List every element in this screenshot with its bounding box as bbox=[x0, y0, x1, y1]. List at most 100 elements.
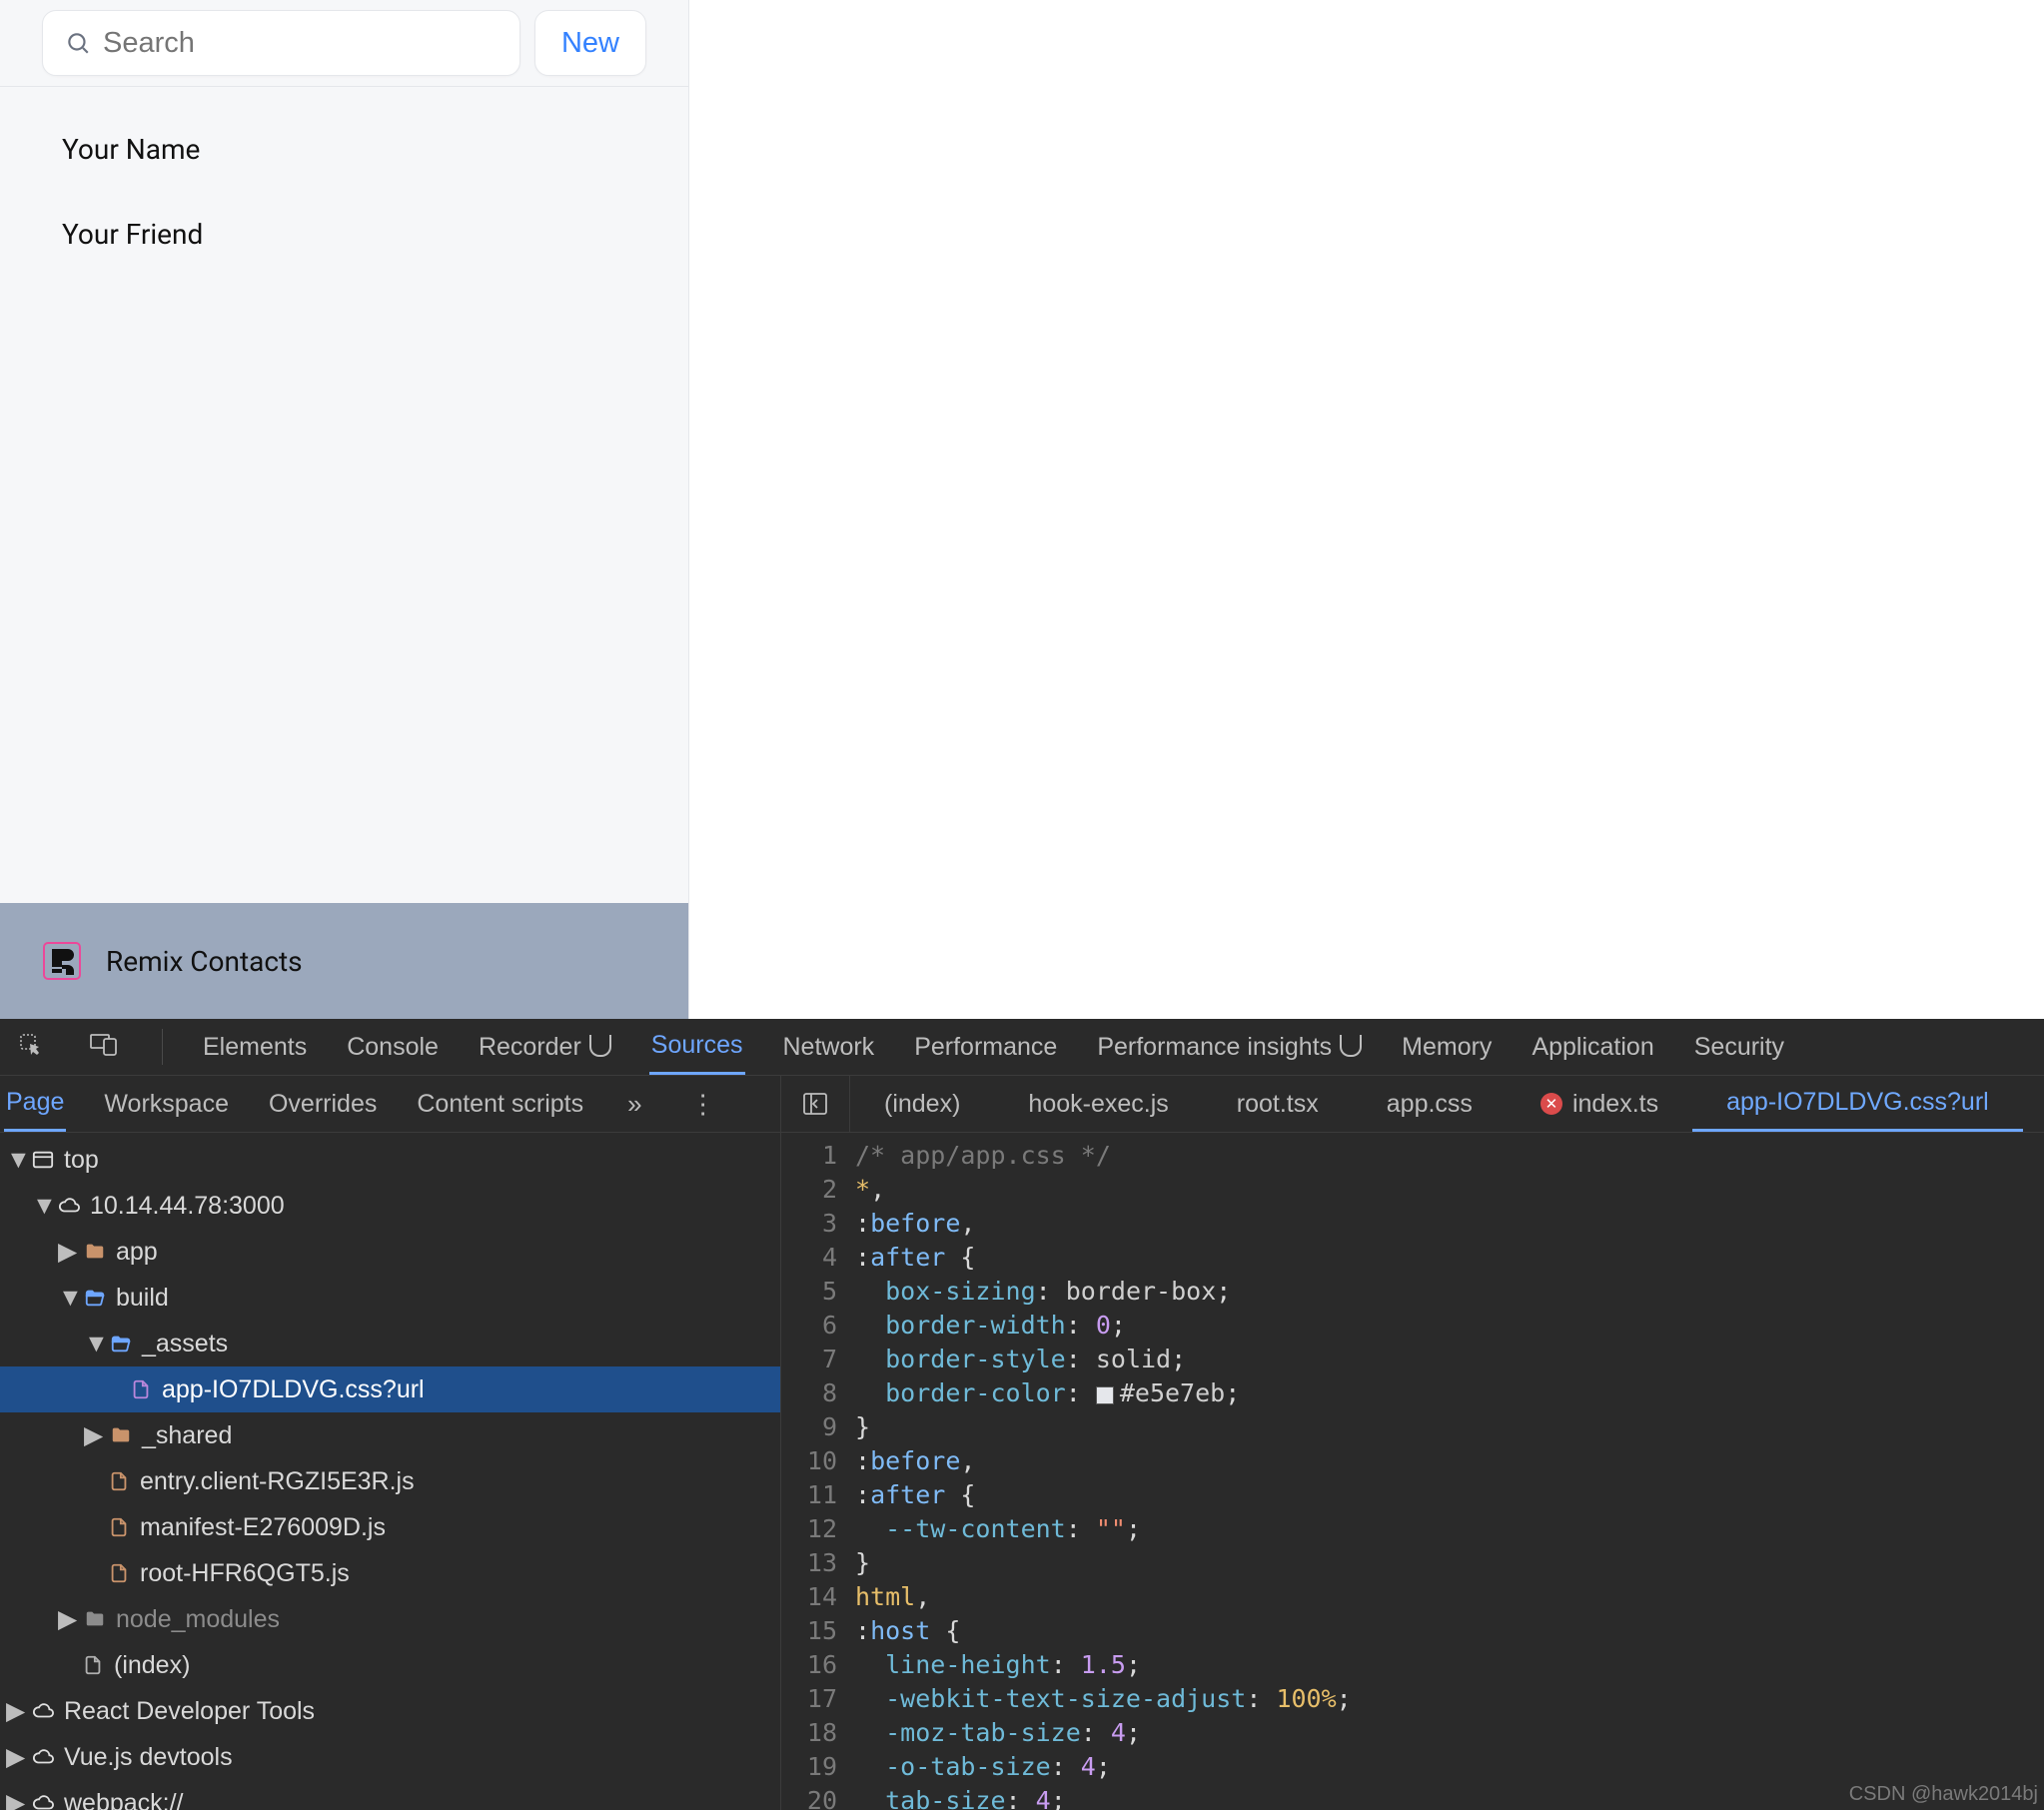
remix-logo-icon bbox=[42, 941, 82, 981]
tree-file[interactable]: manifest-E276009D.js bbox=[0, 1504, 780, 1550]
folder-icon bbox=[110, 1424, 132, 1446]
devtools-tab-performance[interactable]: Performance bbox=[912, 1021, 1059, 1074]
searchbar: New bbox=[0, 0, 688, 87]
search-input[interactable] bbox=[103, 27, 498, 60]
sources-subtabs: PageWorkspaceOverridesContent scripts » … bbox=[0, 1076, 781, 1132]
open-file-tab[interactable]: hook-exec.js bbox=[994, 1076, 1202, 1132]
tree-label: React Developer Tools bbox=[64, 1697, 315, 1726]
open-file-tab[interactable]: app-IO7DLDVG.css?url bbox=[1692, 1076, 2023, 1132]
open-file-tab[interactable]: (index) bbox=[850, 1076, 994, 1132]
tree-label: 10.14.44.78:3000 bbox=[90, 1192, 285, 1221]
tree-vue-devtools[interactable]: ▶ Vue.js devtools bbox=[0, 1734, 780, 1780]
sidebar-footer: Remix Contacts bbox=[0, 903, 688, 1019]
devtools-tab-sources[interactable]: Sources bbox=[649, 1019, 745, 1075]
devtools-tab-application[interactable]: Application bbox=[1530, 1021, 1655, 1074]
file-icon bbox=[108, 1470, 130, 1492]
devtools-tab-memory[interactable]: Memory bbox=[1400, 1021, 1494, 1074]
open-file-label: app.css bbox=[1387, 1090, 1473, 1119]
error-icon: ✕ bbox=[1540, 1093, 1562, 1115]
file-icon bbox=[108, 1516, 130, 1538]
sources-subtab-page[interactable]: Page bbox=[4, 1076, 66, 1132]
cloud-icon bbox=[32, 1792, 54, 1810]
tree-react-devtools[interactable]: ▶ React Developer Tools bbox=[0, 1688, 780, 1734]
tree-label: top bbox=[64, 1146, 99, 1175]
folder-open-icon bbox=[110, 1333, 132, 1355]
line-gutter: 1234567891011121314151617181920 bbox=[781, 1133, 855, 1810]
open-file-tab[interactable]: ✕ index.ts bbox=[1507, 1076, 1692, 1132]
sources-subtab-content-scripts[interactable]: Content scripts bbox=[415, 1078, 585, 1131]
toggle-navigator-icon[interactable] bbox=[781, 1076, 850, 1132]
tree-label: manifest-E276009D.js bbox=[140, 1513, 386, 1542]
tree-label: Vue.js devtools bbox=[64, 1743, 233, 1772]
watermark: CSDN @hawk2014bj bbox=[1849, 1783, 2038, 1806]
contact-item[interactable]: Your Name bbox=[28, 129, 660, 170]
open-file-label: app-IO7DLDVG.css?url bbox=[1726, 1088, 1989, 1117]
device-toggle-icon[interactable] bbox=[84, 1028, 124, 1067]
sources-subtab-workspace[interactable]: Workspace bbox=[102, 1078, 231, 1131]
tree-label: entry.client-RGZI5E3R.js bbox=[140, 1467, 415, 1496]
cloud-icon bbox=[32, 1700, 54, 1722]
tree-webpack[interactable]: ▶ webpack:// bbox=[0, 1780, 780, 1810]
tree-label: (index) bbox=[114, 1651, 190, 1680]
open-file-label: hook-exec.js bbox=[1028, 1090, 1168, 1119]
inspect-icon[interactable] bbox=[12, 1028, 48, 1067]
devtools-tab-performance-insights[interactable]: Performance insights bbox=[1095, 1021, 1364, 1074]
file-icon bbox=[82, 1654, 104, 1676]
sidebar-footer-title: Remix Contacts bbox=[106, 945, 303, 978]
devtools-main-tabs: Elements Console Recorder Sources Network Per… bbox=[0, 1019, 2044, 1076]
detail-pane bbox=[689, 0, 2044, 1019]
tree-label: _shared bbox=[142, 1421, 232, 1450]
tree-folder-shared[interactable]: ▶ _shared bbox=[0, 1412, 780, 1458]
sidebar: New Your Name Your Friend Remix Contacts bbox=[0, 0, 689, 1019]
tree-label: _assets bbox=[142, 1330, 228, 1358]
tree-top[interactable]: ▼ top bbox=[0, 1137, 780, 1183]
tree-folder-build[interactable]: ▼ build bbox=[0, 1275, 780, 1321]
devtools: Elements Console Recorder Sources Network Per… bbox=[0, 1019, 2044, 1810]
open-file-tab[interactable]: root.tsx bbox=[1203, 1076, 1353, 1132]
sources-subtab-overrides[interactable]: Overrides bbox=[267, 1078, 379, 1131]
tree-folder-app[interactable]: ▶ app bbox=[0, 1229, 780, 1275]
folder-icon bbox=[84, 1608, 106, 1630]
divider bbox=[162, 1029, 163, 1065]
cloud-icon bbox=[58, 1195, 80, 1217]
folder-icon bbox=[84, 1241, 106, 1263]
open-files-bar: (index) hook-exec.js root.tsx app.css ✕ index… bbox=[781, 1076, 2044, 1132]
search-box[interactable] bbox=[42, 10, 520, 76]
devtools-body: ▼ top ▼ 10.14.44.78:3000 ▶ app ▼ build ▼ bbox=[0, 1133, 2044, 1810]
tree-file-selected[interactable]: app-IO7DLDVG.css?url bbox=[0, 1366, 780, 1412]
open-file-tab[interactable]: app.css bbox=[1353, 1076, 1507, 1132]
file-icon bbox=[108, 1562, 130, 1584]
devtools-subbar: PageWorkspaceOverridesContent scripts » … bbox=[0, 1076, 2044, 1133]
open-file-label: index.ts bbox=[1572, 1090, 1658, 1119]
new-button[interactable]: New bbox=[534, 10, 646, 76]
tree-label: app bbox=[116, 1238, 158, 1267]
devtools-tab-recorder[interactable]: Recorder bbox=[477, 1021, 613, 1074]
tree-file-index[interactable]: (index) bbox=[0, 1642, 780, 1688]
code-editor[interactable]: 1234567891011121314151617181920 /* app/a… bbox=[781, 1133, 2044, 1810]
devtools-tab-console[interactable]: Console bbox=[345, 1021, 441, 1074]
open-file-label: root.tsx bbox=[1237, 1090, 1319, 1119]
contact-list: Your Name Your Friend bbox=[0, 87, 688, 903]
tree-label: build bbox=[116, 1284, 169, 1313]
devtools-tab-elements[interactable]: Elements bbox=[201, 1021, 309, 1074]
sources-navigator[interactable]: ▼ top ▼ 10.14.44.78:3000 ▶ app ▼ build ▼ bbox=[0, 1133, 781, 1810]
devtools-tab-network[interactable]: Network bbox=[781, 1021, 877, 1074]
kebab-menu-icon[interactable]: ⋮ bbox=[684, 1089, 722, 1120]
tree-host[interactable]: ▼ 10.14.44.78:3000 bbox=[0, 1183, 780, 1229]
tree-folder-node-modules[interactable]: ▶ node_modules bbox=[0, 1596, 780, 1642]
tree-label: root-HFR6QGT5.js bbox=[140, 1559, 350, 1588]
tree-label: webpack:// bbox=[64, 1789, 184, 1810]
more-tabs-icon[interactable]: » bbox=[621, 1089, 647, 1120]
cloud-icon bbox=[32, 1746, 54, 1768]
code-text[interactable]: /* app/app.css */ *, :before, :after { b… bbox=[855, 1133, 2044, 1810]
window-icon bbox=[32, 1149, 54, 1171]
folder-open-icon bbox=[84, 1287, 106, 1309]
devtools-tab-security[interactable]: Security bbox=[1692, 1021, 1786, 1074]
tree-file[interactable]: root-HFR6QGT5.js bbox=[0, 1550, 780, 1596]
tree-folder-assets[interactable]: ▼ _assets bbox=[0, 1321, 780, 1366]
tree-file[interactable]: entry.client-RGZI5E3R.js bbox=[0, 1458, 780, 1504]
file-icon bbox=[130, 1378, 152, 1400]
search-icon bbox=[65, 30, 91, 56]
open-file-label: (index) bbox=[884, 1090, 960, 1119]
contact-item[interactable]: Your Friend bbox=[28, 214, 660, 255]
